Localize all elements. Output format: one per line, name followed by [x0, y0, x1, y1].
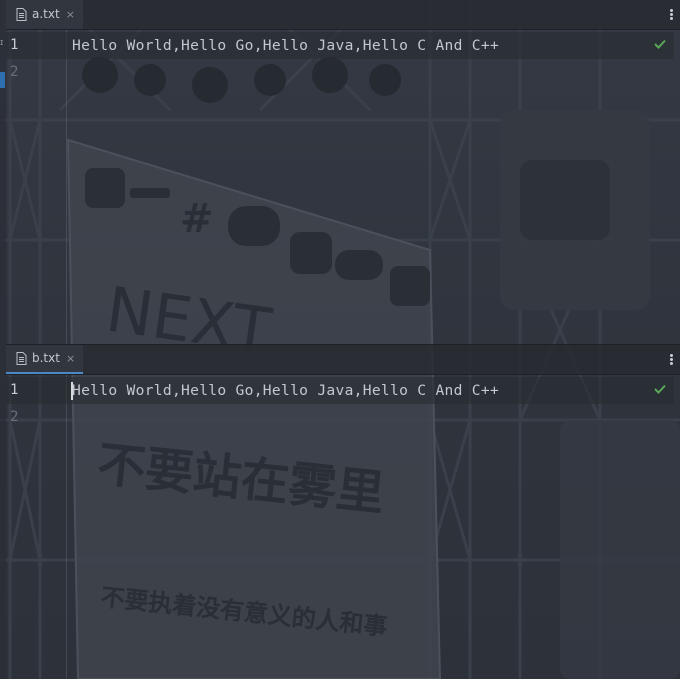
left-strip-label-icon: ɪ [0, 38, 4, 48]
checkmark-icon [654, 39, 666, 49]
tab-label: a.txt [32, 7, 60, 21]
tab-b-txt[interactable]: b.txt × [6, 345, 83, 374]
editor-pane-b: b.txt × 1 Hello World,Hello Go,Hello Jav… [6, 344, 680, 679]
line-number: 1 [10, 382, 19, 398]
editor-pane-a: a.txt × 1 Hello World,Hello Go,Hello Jav… [6, 0, 680, 344]
close-icon[interactable]: × [66, 0, 75, 29]
ide-window: # NEXT 不要站在雾里 不要执着没有意义的人和事 ɪ a.txt × 1 H… [0, 0, 680, 679]
editor-line[interactable]: 1 Hello World,Hello Go,Hello Java,Hello … [6, 32, 674, 59]
tab-label: b.txt [32, 351, 60, 365]
text-editor[interactable]: 1 Hello World,Hello Go,Hello Java,Hello … [6, 375, 680, 679]
more-options-icon[interactable] [669, 9, 673, 21]
line-number: 2 [10, 409, 19, 425]
left-strip-marker[interactable] [0, 72, 5, 88]
tab-a-txt[interactable]: a.txt × [6, 0, 83, 29]
left-tool-strip [0, 0, 6, 679]
editor-line[interactable]: 2 [6, 404, 674, 431]
text-editor[interactable]: 1 Hello World,Hello Go,Hello Java,Hello … [6, 30, 680, 344]
editor-line[interactable]: 1 Hello World,Hello Go,Hello Java,Hello … [6, 377, 674, 404]
tab-bar: b.txt × [6, 345, 680, 375]
line-text[interactable]: Hello World,Hello Go,Hello Java,Hello C … [72, 32, 499, 59]
line-number: 1 [10, 37, 19, 53]
checkmark-icon [654, 384, 666, 394]
line-number: 2 [10, 64, 19, 80]
tab-bar: a.txt × [6, 0, 680, 30]
more-options-icon[interactable] [669, 354, 673, 366]
text-file-icon [16, 8, 27, 21]
close-icon[interactable]: × [66, 344, 75, 373]
text-file-icon [16, 352, 27, 365]
editor-line[interactable]: 2 [6, 59, 674, 86]
line-text[interactable]: Hello World,Hello Go,Hello Java,Hello C … [72, 377, 499, 404]
